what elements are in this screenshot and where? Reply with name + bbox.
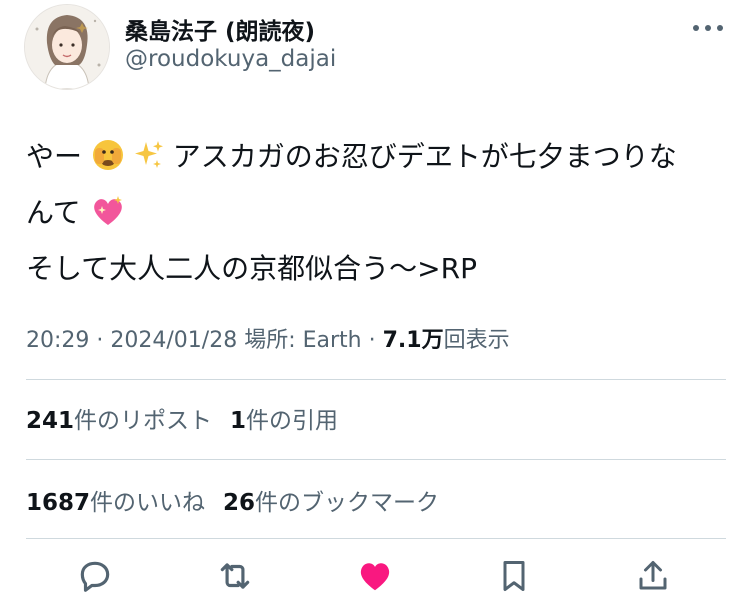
divider xyxy=(26,379,726,380)
display-name[interactable]: 桑島法子 (朗読夜) xyxy=(125,12,315,46)
share-upload-icon xyxy=(639,561,667,590)
more-options-button[interactable] xyxy=(690,18,726,38)
like-button[interactable] xyxy=(353,554,397,598)
bookmark-button[interactable] xyxy=(492,554,536,598)
tweet-text-part: んて xyxy=(26,196,81,229)
likes-label: 件のいいね xyxy=(90,490,206,516)
bookmark-icon xyxy=(503,561,525,591)
bookmarks-count: 26 xyxy=(223,490,256,516)
separator: · xyxy=(361,328,383,353)
quotes-count: 1 xyxy=(230,408,247,434)
reposts-label: 件のリポスト xyxy=(74,408,213,434)
reposts-stat[interactable]: 241件のリポスト xyxy=(26,408,212,434)
tweet-text-part: アスカガのお忍びデヱトが七夕まつりな xyxy=(172,140,677,173)
tweet-time[interactable]: 20:29 xyxy=(26,328,89,353)
tweet-metadata: 20:29 · 2024/01/28 場所: Earth · 7.1万回表示 xyxy=(26,322,510,354)
separator: · xyxy=(89,328,111,353)
user-handle[interactable]: @roudokuya_dajai xyxy=(125,46,336,72)
views-label: 回表示 xyxy=(443,328,510,353)
divider xyxy=(26,459,726,460)
avatar-illustration-icon xyxy=(25,5,109,89)
tweet-line-1: やー アスカガのお忍びデヱトが七夕まつりな xyxy=(26,132,726,188)
tweet-date[interactable]: 2024/01/28 xyxy=(110,328,237,353)
tweet-header: 桑島法子 (朗読夜) @roudokuya_dajai xyxy=(0,0,750,100)
divider xyxy=(26,538,726,539)
share-button[interactable] xyxy=(631,554,675,598)
views-count: 7.1万 xyxy=(382,328,444,353)
tweet-text-part: やー xyxy=(26,140,83,173)
stats-row-reposts: 241件のリポスト 1件の引用 xyxy=(26,401,356,435)
tweet-line-2: んて xyxy=(26,188,726,244)
more-dots-icon xyxy=(693,25,723,31)
bookmarks-stat[interactable]: 26件のブックマーク xyxy=(223,490,439,516)
likes-stat[interactable]: 1687件のいいね xyxy=(26,490,205,516)
reposts-count: 241 xyxy=(26,408,75,434)
repost-arrows-icon xyxy=(220,563,250,589)
quotes-stat[interactable]: 1件の引用 xyxy=(230,408,338,434)
quotes-label: 件の引用 xyxy=(246,408,339,434)
action-bar xyxy=(0,548,750,608)
avatar[interactable] xyxy=(24,4,110,90)
likes-count: 1687 xyxy=(26,490,91,516)
face-with-peeking-eye-emoji xyxy=(91,138,125,188)
tweet-text: やー アスカガのお忍びデヱトが七夕まつりな んて そして大人二人の京都似合う〜>… xyxy=(26,132,726,294)
tweet-line-3: そして大人二人の京都似合う〜>RP xyxy=(26,252,477,285)
repost-button[interactable] xyxy=(213,554,257,598)
sparkles-emoji xyxy=(134,138,164,188)
speech-bubble-icon xyxy=(80,561,110,592)
reply-button[interactable] xyxy=(73,554,117,598)
sparkling-heart-emoji xyxy=(90,194,126,244)
heart-icon xyxy=(360,563,390,591)
stats-row-likes: 1687件のいいね 26件のブックマーク xyxy=(26,483,457,517)
tweet-location: 場所: Earth xyxy=(237,328,362,353)
bookmarks-label: 件のブックマーク xyxy=(255,490,440,516)
